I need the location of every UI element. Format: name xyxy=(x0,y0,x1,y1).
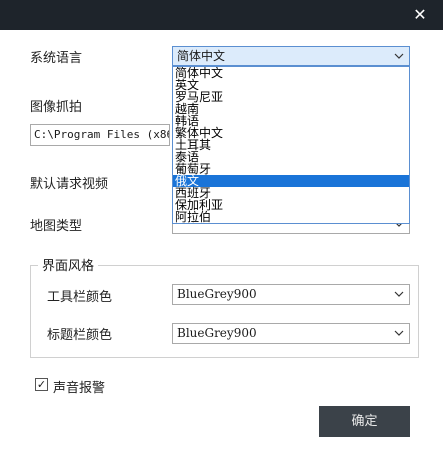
language-option[interactable]: 简体中文 xyxy=(173,67,409,79)
language-option[interactable]: 葡萄牙 xyxy=(173,163,409,175)
titlebar-color-select[interactable]: BlueGrey900 xyxy=(172,323,410,344)
language-select-value: 简体中文 xyxy=(177,49,226,63)
titlebar-color-value: BlueGrey900 xyxy=(177,326,257,340)
video-label: 默认请求视频 xyxy=(30,177,109,192)
titlebar-color-label: 标题栏颜色 xyxy=(47,328,113,343)
appearance-group-title: 界面风格 xyxy=(38,255,99,274)
ok-button[interactable]: 确定 xyxy=(319,406,410,437)
toolbar-color-select[interactable]: BlueGrey900 xyxy=(172,284,410,305)
language-select[interactable]: 简体中文 xyxy=(172,46,410,66)
chevron-down-icon xyxy=(394,330,404,336)
language-option[interactable]: 罗马尼亚 xyxy=(173,91,409,103)
close-icon[interactable]: ✕ xyxy=(411,6,429,24)
language-option[interactable]: 越南 xyxy=(173,103,409,115)
appearance-group xyxy=(30,265,419,358)
language-option[interactable]: 土耳其 xyxy=(173,139,409,151)
language-label: 系统语言 xyxy=(30,51,83,66)
toolbar-color-label: 工具栏颜色 xyxy=(47,290,113,305)
sound-alarm-checkbox[interactable]: ✓ xyxy=(35,378,48,391)
title-bar: ✕ xyxy=(0,0,443,30)
language-dropdown-list: 简体中文英文罗马尼亚越南韩语繁体中文土耳其泰语葡萄牙俄文西班牙保加利亚阿拉伯百度 xyxy=(172,66,410,224)
sound-alarm-label: 声音报警 xyxy=(53,381,106,396)
toolbar-color-value: BlueGrey900 xyxy=(177,287,257,301)
capture-path-input[interactable]: C:\Program Files (x86)\ xyxy=(30,124,170,146)
language-option[interactable]: 阿拉伯 xyxy=(173,211,409,223)
map-type-value-partial: 百度 xyxy=(173,223,409,224)
capture-label: 图像抓拍 xyxy=(30,100,83,115)
chevron-down-icon xyxy=(394,291,404,297)
chevron-down-icon xyxy=(394,53,404,59)
map-type-label: 地图类型 xyxy=(30,219,83,234)
